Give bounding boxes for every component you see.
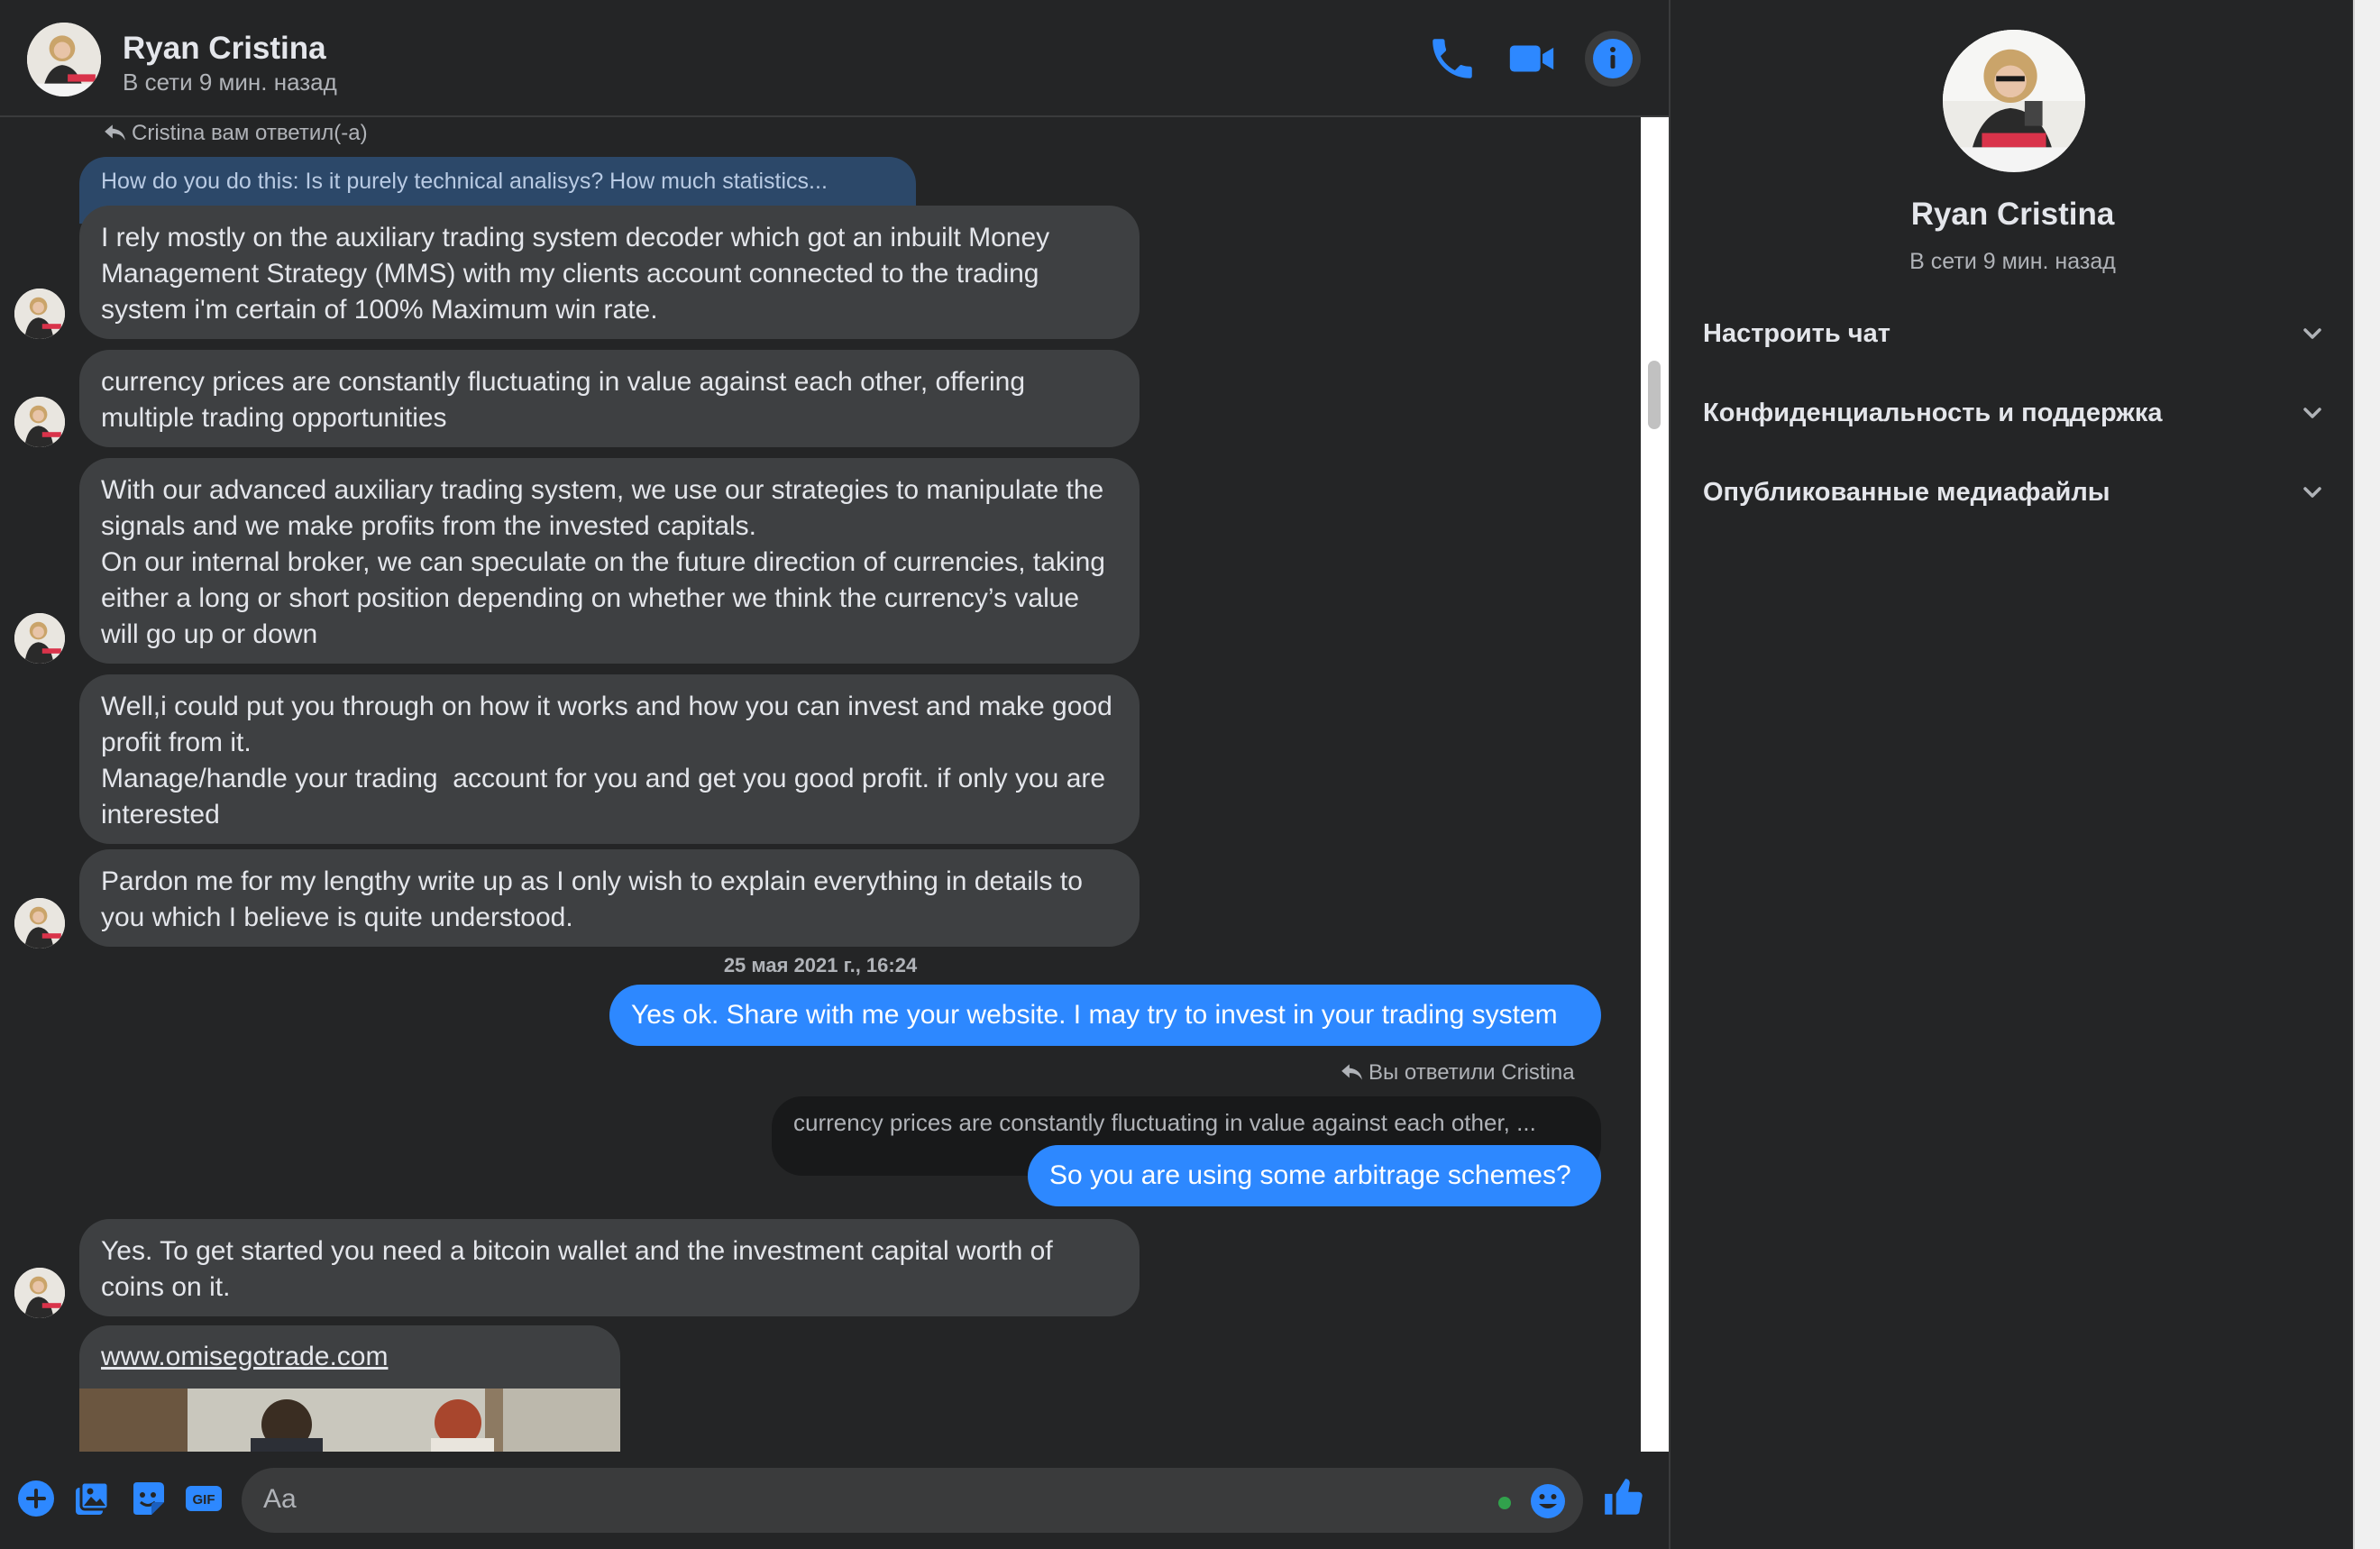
scrollbar-track[interactable]: [1641, 117, 1669, 1452]
reply-hint: Вы ответили Cristina: [1340, 1060, 1575, 1086]
message-bubble[interactable]: I rely mostly on the auxiliary trading s…: [79, 206, 1140, 339]
sender-avatar[interactable]: [14, 898, 65, 949]
contact-status: В сети 9 мин. назад: [123, 69, 337, 96]
section-privacy-support[interactable]: Конфиденциальность и поддержка: [1703, 386, 2325, 440]
window-edge: [2353, 0, 2380, 1549]
video-camera-icon[interactable]: [1506, 32, 1558, 85]
panel-contact-status: В сети 9 мин. назад: [1909, 249, 2116, 274]
timestamp: 25 мая 2021 г., 16:24: [723, 954, 918, 976]
contact-avatar[interactable]: [27, 23, 101, 96]
window-edge-divider: [2353, 0, 2355, 1549]
conversation-info-panel: Ryan Cristina В сети 9 мин. назад Настро…: [1669, 0, 2353, 1549]
sender-avatar[interactable]: [14, 613, 65, 664]
panel-contact-name[interactable]: Ryan Cristina: [1671, 197, 2355, 233]
chevron-down-icon: [2300, 480, 2325, 505]
chat-column: Ryan Cristina В сети 9 мин. назад Cristi…: [0, 0, 1669, 1549]
contact-name[interactable]: Ryan Cristina: [123, 31, 326, 67]
like-icon[interactable]: [1601, 1475, 1646, 1520]
online-indicator: [1498, 1497, 1511, 1509]
scrollbar-thumb[interactable]: [1648, 361, 1661, 429]
link-preview-image[interactable]: [79, 1389, 620, 1452]
message-bubble[interactable]: currency prices are constantly fluctuati…: [79, 350, 1140, 447]
message-bubble-sent[interactable]: Yes ok. Share with me your website. I ma…: [609, 985, 1601, 1046]
messenger-window: Ryan Cristina В сети 9 мин. назад Cristi…: [0, 0, 2380, 1549]
link-preview-card[interactable]: www.omisegotrade.com: [79, 1325, 620, 1452]
info-icon[interactable]: [1585, 31, 1641, 87]
chevron-down-icon: [2300, 400, 2325, 426]
sender-avatar[interactable]: [14, 289, 65, 339]
sender-avatar[interactable]: [14, 397, 65, 447]
message-bubble[interactable]: With our advanced auxiliary trading syst…: [79, 458, 1140, 664]
message-list[interactable]: Cristina вам ответил(-а) How do you do t…: [0, 117, 1641, 1452]
message-bubble[interactable]: Well,i could put you through on how it w…: [79, 674, 1140, 844]
panel-avatar[interactable]: [1943, 30, 2085, 172]
message-bubble-sent[interactable]: So you are using some arbitrage schemes?: [1028, 1145, 1601, 1206]
message-input-placeholder: Aa: [263, 1484, 297, 1514]
reply-hint: Cristina вам ответил(-а): [103, 121, 368, 146]
composer: GIF Aa: [0, 1452, 1669, 1549]
message-input[interactable]: Aa: [242, 1468, 1583, 1533]
gif-icon[interactable]: GIF: [184, 1479, 224, 1518]
chat-header: Ryan Cristina В сети 9 мин. назад: [0, 0, 1669, 117]
link-url[interactable]: www.omisegotrade.com: [101, 1342, 388, 1372]
reply-arrow-icon: [1341, 1064, 1362, 1080]
sender-avatar[interactable]: [14, 1268, 65, 1318]
chevron-down-icon: [2300, 321, 2325, 346]
phone-icon[interactable]: [1426, 32, 1478, 85]
svg-text:GIF: GIF: [193, 1492, 215, 1508]
section-customize-chat[interactable]: Настроить чат: [1703, 307, 2325, 361]
photo-icon[interactable]: [72, 1479, 112, 1518]
reply-arrow-icon: [105, 124, 125, 141]
message-bubble[interactable]: Yes. To get started you need a bitcoin w…: [79, 1219, 1140, 1316]
section-shared-media[interactable]: Опубликованные медиафайлы: [1703, 465, 2325, 519]
section-label: Опубликованные медиафайлы: [1703, 478, 2110, 507]
sticker-icon[interactable]: [128, 1479, 168, 1518]
section-label: Настроить чат: [1703, 319, 1890, 348]
reply-hint-text: Вы ответили Cristina: [1368, 1060, 1575, 1085]
section-label: Конфиденциальность и поддержка: [1703, 399, 2163, 427]
plus-icon[interactable]: [16, 1479, 56, 1518]
reply-hint-text: Cristina вам ответил(-а): [132, 121, 368, 145]
message-bubble[interactable]: Pardon me for my lengthy write up as I o…: [79, 849, 1140, 947]
emoji-icon[interactable]: [1529, 1482, 1567, 1520]
